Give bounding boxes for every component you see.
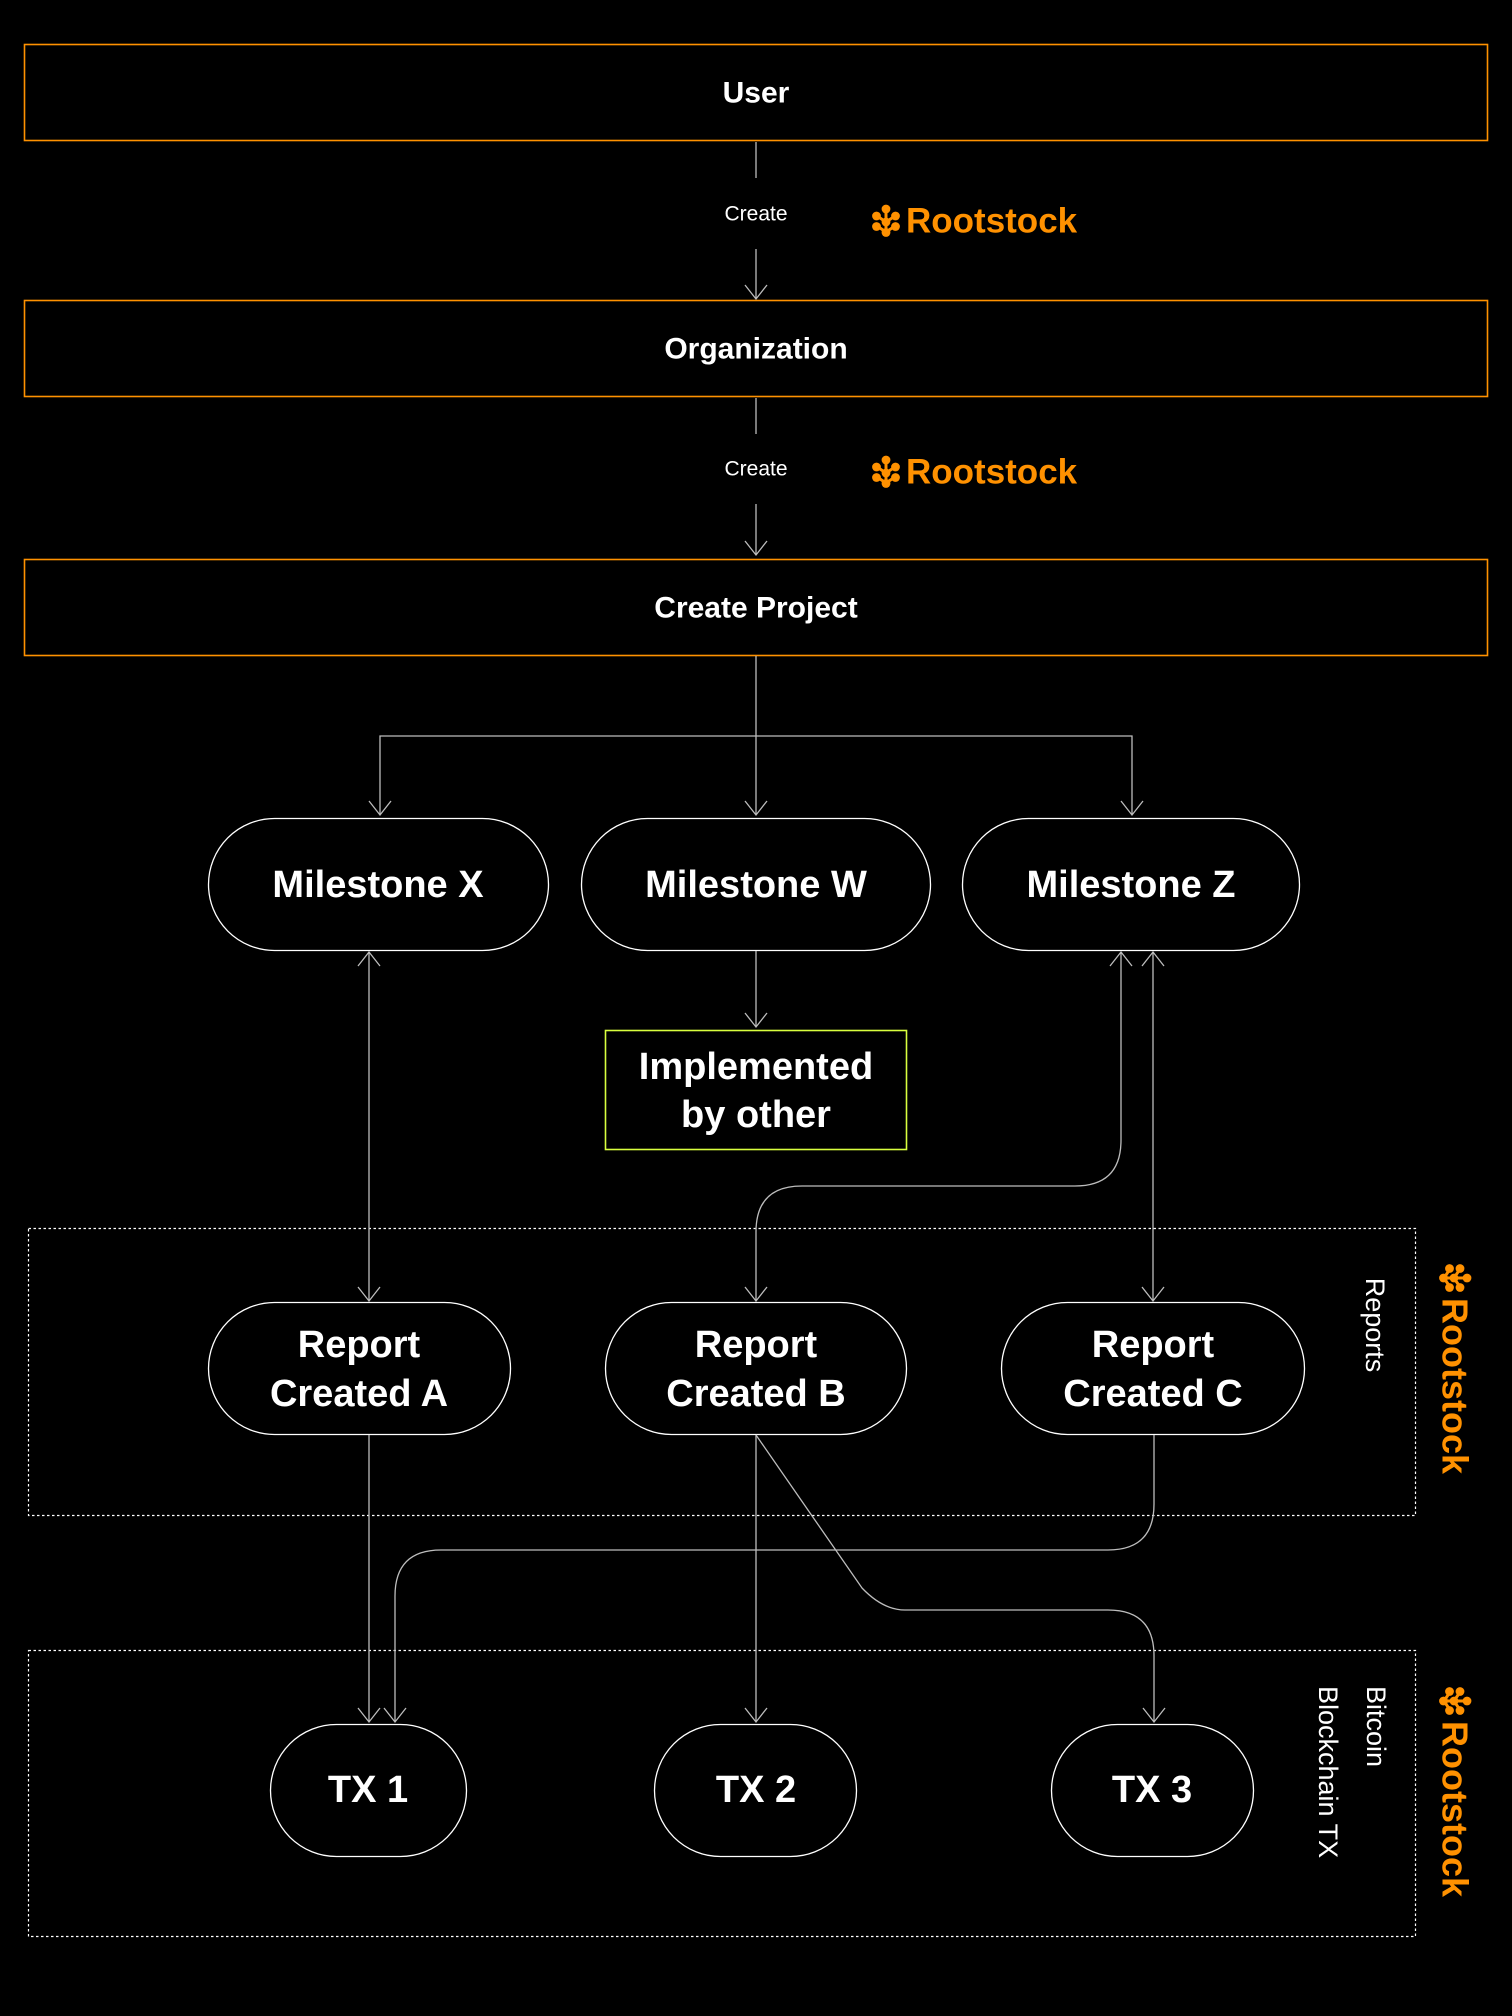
stage-create-project[interactable]: Create Project <box>23 558 1489 657</box>
connector-w-implemented <box>744 951 768 1029</box>
implemented-by-other-note[interactable]: Implemented by other <box>604 1029 908 1151</box>
reports-label: Reports <box>1360 1278 1390 1373</box>
report-b[interactable]: Report Created B <box>604 1301 908 1436</box>
tx-3-label: TX 3 <box>1112 1769 1192 1811</box>
workflow-diagram: User Organization Create Project Create … <box>23 43 1489 1938</box>
brand-badge-1: Rootstock <box>870 202 1078 241</box>
report-c-line2: Created C <box>1063 1373 1243 1415</box>
stage-organization-label: Organization <box>664 333 847 366</box>
reports-brand-badge: Rootstock <box>1435 1262 1476 1475</box>
rootstock-logo-icon <box>1437 1262 1473 1294</box>
stage-create-project-label: Create Project <box>654 592 857 625</box>
rootstock-logo-icon <box>870 203 902 239</box>
stage-user[interactable]: User <box>23 43 1489 142</box>
brand-badge-2: Rootstock <box>870 453 1078 492</box>
report-a-line1: Report <box>298 1324 421 1366</box>
brand-name: Rootstock <box>906 453 1078 492</box>
tx-2-label: TX 2 <box>716 1769 796 1811</box>
tx-3[interactable]: TX 3 <box>1050 1723 1255 1858</box>
link-user-organization: Create <box>724 142 788 301</box>
milestone-w[interactable]: Milestone W <box>580 817 932 952</box>
brand-name: Rootstock <box>1435 1721 1476 1898</box>
blockchain-tx-label: Blockchain TX <box>1313 1686 1343 1858</box>
connector-report-b-tx3 <box>755 1434 1166 1724</box>
note-line-2: by other <box>681 1094 831 1136</box>
connector-x-report-a <box>357 950 381 1303</box>
milestone-x-label: Milestone X <box>272 864 484 906</box>
link-label-create: Create <box>724 203 787 226</box>
brand-name: Rootstock <box>906 202 1078 241</box>
report-a[interactable]: Report Created A <box>207 1301 512 1436</box>
milestone-z-label: Milestone Z <box>1026 864 1235 906</box>
connector-report-c-tx1 <box>383 1435 1155 1724</box>
transactions-brand-badge: Rootstock <box>1435 1685 1476 1898</box>
tx-1-label: TX 1 <box>328 1769 408 1811</box>
stage-user-label: User <box>723 77 790 110</box>
rootstock-logo-icon <box>1437 1685 1473 1717</box>
note-line-1: Implemented <box>639 1046 873 1088</box>
milestone-x[interactable]: Milestone X <box>207 817 550 952</box>
connector-report-b-tx2 <box>744 1435 768 1724</box>
brand-name: Rootstock <box>1435 1298 1476 1475</box>
bitcoin-label: Bitcoin <box>1361 1686 1391 1767</box>
connector-z-report-c <box>1141 950 1165 1303</box>
link-label-create: Create <box>724 458 787 481</box>
rootstock-logo-icon <box>870 454 902 490</box>
report-c[interactable]: Report Created C <box>1000 1301 1306 1436</box>
tx-1[interactable]: TX 1 <box>269 1723 468 1858</box>
milestone-z[interactable]: Milestone Z <box>961 817 1301 952</box>
stage-organization[interactable]: Organization <box>23 299 1489 398</box>
milestone-w-label: Milestone W <box>645 864 867 906</box>
report-b-line2: Created B <box>666 1373 846 1415</box>
transactions-group-label: Bitcoin Blockchain TX <box>1313 1686 1391 1858</box>
reports-group-label: Reports <box>1360 1278 1390 1373</box>
report-b-line1: Report <box>695 1324 818 1366</box>
report-a-line2: Created A <box>270 1373 448 1415</box>
branch-connectors <box>368 656 1144 817</box>
tx-2[interactable]: TX 2 <box>653 1723 858 1858</box>
report-c-line1: Report <box>1092 1324 1215 1366</box>
link-organization-project: Create <box>724 398 788 557</box>
connector-report-a-tx1 <box>357 1435 381 1724</box>
